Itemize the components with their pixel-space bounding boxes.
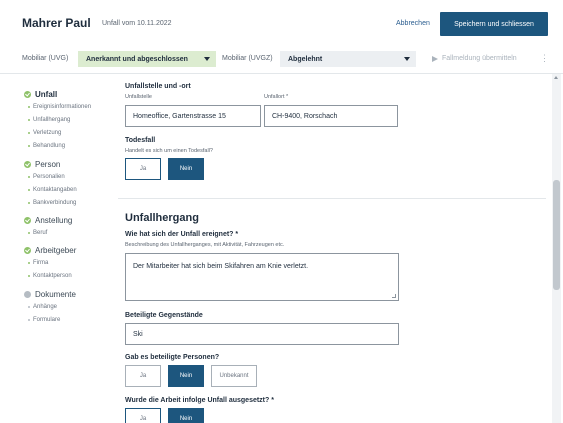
- section-divider: [118, 198, 546, 199]
- death-option-no[interactable]: Nein: [168, 158, 204, 180]
- objects-heading: Beteiligte Gegenstände: [125, 312, 203, 319]
- persons-option-no[interactable]: Nein: [168, 365, 204, 387]
- work-option-no[interactable]: Nein: [168, 408, 204, 423]
- hergang-text: Der Mitarbeiter hat sich beim Skifahren …: [133, 263, 309, 270]
- work-heading: Wurde die Arbeit infolge Unfall ausgeset…: [125, 397, 274, 404]
- bullet-icon: [28, 262, 30, 264]
- sidebar-section-label: Person: [35, 160, 61, 169]
- insurance-status-bar: Mobiliar (UVG) Anerkannt und abgeschloss…: [0, 46, 563, 72]
- main-content: Unfallstelle und -ort Unfallstelle Unfal…: [118, 74, 550, 423]
- sidebar-nav: Unfall Ereignisinformationen Unfallherga…: [0, 74, 118, 423]
- sidebar-item-beruf[interactable]: Beruf: [28, 230, 47, 236]
- bullet-icon: [28, 132, 30, 134]
- place-input[interactable]: Homeoffice, Gartenstrasse 15: [125, 105, 261, 127]
- death-heading: Todesfall: [125, 137, 156, 144]
- bullet-icon: [28, 106, 30, 108]
- sidebar-section-label: Arbeitgeber: [35, 246, 77, 255]
- sidebar-item-anhaenge[interactable]: Anhänge: [28, 304, 57, 310]
- resize-handle-icon[interactable]: [392, 294, 396, 298]
- sidebar-section-label: Dokumente: [35, 290, 76, 299]
- sidebar-item-label: Ereignisinformationen: [33, 104, 92, 110]
- sidebar-item-verletzung[interactable]: Verletzung: [28, 130, 61, 136]
- city-label: Unfallort *: [264, 94, 289, 100]
- persons-option-unknown[interactable]: Unbekannt: [211, 365, 257, 387]
- hergang-textarea[interactable]: Der Mitarbeiter hat sich beim Skifahren …: [125, 253, 399, 301]
- more-options-icon[interactable]: ⋮: [540, 53, 549, 64]
- sidebar-item-unfallhergang[interactable]: Unfallhergang: [28, 117, 70, 123]
- hergang-hint: Beschreibung des Unfallherganges, mit Ak…: [125, 242, 285, 248]
- page-subtitle: Unfall vom 10.11.2022: [102, 20, 172, 27]
- bullet-icon: [28, 189, 30, 191]
- save-and-close-button[interactable]: Speichern und schliessen: [440, 12, 548, 36]
- objects-input[interactable]: Ski: [125, 323, 399, 345]
- sidebar-item-firma[interactable]: Firma: [28, 260, 48, 266]
- work-option-yes[interactable]: Ja: [125, 408, 161, 423]
- check-circle-icon: [24, 247, 31, 254]
- bullet-icon: [28, 119, 30, 121]
- persons-option-yes[interactable]: Ja: [125, 365, 161, 387]
- check-circle-icon: [24, 91, 31, 98]
- sidebar-item-label: Formulare: [33, 317, 61, 323]
- bullet-icon: [28, 202, 30, 204]
- sidebar-item-label: Behandlung: [33, 143, 66, 149]
- sidebar-item-label: Firma: [33, 260, 49, 266]
- page-title: Mahrer Paul: [22, 16, 91, 30]
- sidebar-section-arbeitgeber[interactable]: Arbeitgeber: [24, 246, 76, 255]
- persons-heading: Gab es beteiligte Personen?: [125, 354, 220, 361]
- sidebar-item-label: Unfallhergang: [33, 117, 71, 123]
- chevron-down-icon: [204, 57, 210, 61]
- sidebar-item-label: Anhänge: [33, 304, 58, 310]
- check-circle-icon: [24, 217, 31, 224]
- sidebar-item-label: Beruf: [33, 230, 48, 236]
- sidebar-item-ereignisinformationen[interactable]: Ereignisinformationen: [28, 104, 91, 110]
- cancel-button[interactable]: Abbrechen: [396, 20, 430, 27]
- city-input[interactable]: CH-9400, Rorschach: [264, 105, 398, 127]
- sidebar-item-personalien[interactable]: Personalien: [28, 174, 65, 180]
- pending-circle-icon: [24, 291, 31, 298]
- uvg-label: Mobiliar (UVG): [22, 55, 69, 62]
- scrollbar-thumb[interactable]: [553, 180, 560, 290]
- sidebar-item-kontaktperson[interactable]: Kontaktperson: [28, 273, 72, 279]
- scroll-up-icon[interactable]: [554, 76, 558, 79]
- send-report-label: Fallmeldung übermitteln: [442, 55, 517, 62]
- uvgz-status-select[interactable]: Abgelehnt: [280, 51, 416, 67]
- sidebar-item-label: Bankverbindung: [33, 200, 77, 206]
- hergang-heading: Unfallhergang: [125, 212, 199, 224]
- check-circle-icon: [24, 161, 31, 168]
- sidebar-section-anstellung[interactable]: Anstellung: [24, 216, 72, 225]
- bullet-icon: [28, 319, 30, 321]
- bullet-icon: [28, 176, 30, 178]
- sidebar-section-dokumente[interactable]: Dokumente: [24, 290, 76, 299]
- sidebar-section-label: Anstellung: [35, 216, 73, 225]
- bullet-icon: [28, 275, 30, 277]
- sidebar-item-label: Kontaktperson: [33, 273, 72, 279]
- sidebar-section-person[interactable]: Person: [24, 160, 60, 169]
- send-icon: [432, 55, 438, 62]
- death-option-yes[interactable]: Ja: [125, 158, 161, 180]
- chevron-down-icon: [404, 57, 410, 61]
- sidebar-item-label: Personalien: [33, 174, 65, 180]
- send-report-button[interactable]: Fallmeldung übermitteln: [432, 55, 517, 62]
- sidebar-item-behandlung[interactable]: Behandlung: [28, 143, 65, 149]
- uvgz-label: Mobiliar (UVGZ): [222, 55, 273, 62]
- uvg-status-select[interactable]: Anerkannt und abgeschlossen: [78, 51, 216, 67]
- death-question: Handelt es sich um einen Todesfall?: [125, 148, 213, 154]
- bullet-icon: [28, 232, 30, 234]
- sidebar-item-bankverbindung[interactable]: Bankverbindung: [28, 200, 76, 206]
- location-heading: Unfallstelle und -ort: [125, 83, 191, 90]
- bullet-icon: [28, 306, 30, 308]
- sidebar-item-label: Kontaktangaben: [33, 187, 77, 193]
- bullet-icon: [28, 145, 30, 147]
- place-label: Unfallstelle: [125, 94, 152, 100]
- hergang-question: Wie hat sich der Unfall ereignet? *: [125, 231, 239, 238]
- sidebar-item-label: Verletzung: [33, 130, 62, 136]
- sidebar-section-label: Unfall: [35, 90, 58, 99]
- sidebar-section-unfall[interactable]: Unfall: [24, 90, 57, 99]
- sidebar-item-kontaktangaben[interactable]: Kontaktangaben: [28, 187, 77, 193]
- sidebar-item-formulare[interactable]: Formulare: [28, 317, 60, 323]
- uvg-status-value: Anerkannt und abgeschlossen: [86, 55, 188, 63]
- uvgz-status-value: Abgelehnt: [288, 55, 323, 63]
- app-header: Mahrer Paul Unfall vom 10.11.2022 Abbrec…: [0, 0, 563, 46]
